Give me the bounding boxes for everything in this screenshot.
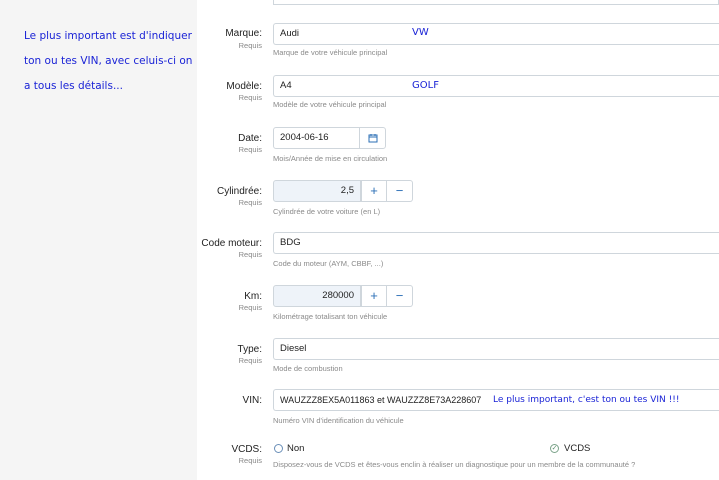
km-label: Km: [244, 291, 262, 302]
side-note: Le plus important est d'indiquer ton ou … [24, 30, 193, 92]
vcds-hint: Disposez-vous de VCDS et êtes-vous encli… [273, 460, 636, 469]
type-label: Type: [237, 344, 262, 355]
marque-label: Marque: [225, 28, 262, 39]
cylindree-label: Cylindrée: [216, 186, 262, 197]
km-input[interactable]: 280000 [273, 285, 361, 307]
marque-annotation: VW [412, 27, 429, 38]
vin-hint: Numéro VIN d'identification du véhicule [273, 416, 404, 425]
top-field-edge [273, 0, 719, 5]
code-moteur-required: Requis [238, 250, 262, 259]
vcds-option-vcds-label: VCDS [564, 443, 591, 454]
modele-input[interactable]: A4 [273, 75, 719, 97]
date-required: Requis [238, 145, 262, 154]
cylindree-input[interactable]: 2,5 [273, 180, 361, 202]
km-required: Requis [238, 303, 262, 312]
km-plus-button[interactable]: + [361, 285, 387, 307]
type-select[interactable]: Diesel [273, 338, 719, 360]
calendar-icon [368, 134, 377, 143]
km-minus-button[interactable]: − [387, 285, 413, 307]
modele-annotation: GOLF [412, 80, 439, 91]
modele-hint: Modèle de votre véhicule principal [273, 100, 387, 109]
left-panel: Le plus important est d'indiquer ton ou … [0, 0, 197, 480]
vcds-label: VCDS: [231, 444, 262, 455]
code-moteur-hint: Code du moteur (AYM, CBBF, ...) [273, 259, 384, 268]
vcds-option-non-label: Non [287, 443, 305, 454]
type-required: Requis [238, 356, 262, 365]
cylindree-plus-button[interactable]: + [361, 180, 387, 202]
cylindree-hint: Cylindrée de votre voiture (en L) [273, 207, 381, 216]
vin-label: VIN: [242, 395, 262, 406]
cylindree-minus-button[interactable]: − [387, 180, 413, 202]
calendar-button[interactable] [359, 127, 386, 149]
code-moteur-input[interactable]: BDG [273, 232, 719, 254]
modele-required: Requis [238, 93, 262, 102]
marque-input[interactable]: Audi [273, 23, 719, 45]
check-icon[interactable]: ✓ [550, 444, 559, 453]
modele-label: Modèle: [226, 81, 262, 92]
date-label: Date: [238, 133, 262, 144]
date-hint: Mois/Année de mise en circulation [273, 154, 388, 163]
marque-hint: Marque de votre véhicule principal [273, 48, 388, 57]
vcds-required: Requis [238, 456, 262, 465]
type-hint: Mode de combustion [273, 364, 343, 373]
cylindree-required: Requis [238, 198, 262, 207]
code-moteur-label: Code moteur: [201, 238, 262, 249]
vin-annotation: Le plus important, c'est ton ou tes VIN … [493, 395, 680, 405]
km-hint: Kilométrage totalisant ton véhicule [273, 312, 388, 321]
date-input[interactable]: 2004-06-16 [273, 127, 360, 149]
marque-required: Requis [238, 41, 262, 50]
vcds-radio-non[interactable] [274, 444, 283, 453]
